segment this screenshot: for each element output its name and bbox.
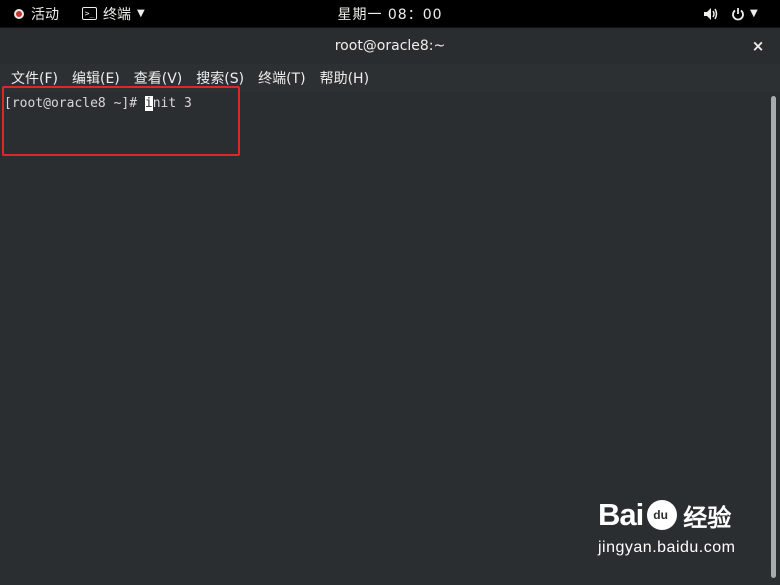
paw-icon [647,500,678,530]
menu-edit[interactable]: 编辑(E) [70,68,122,88]
menu-terminal[interactable]: 终端(T) [256,68,307,88]
menu-search[interactable]: 搜索(S) [194,68,246,88]
watermark-brand: Bai [598,497,644,532]
watermark-url: jingyan.baidu.com [598,539,736,556]
top-bar: 活动 >_ 终端 ▼ 星期一 08：00 ▼ [0,0,780,27]
menu-view[interactable]: 查看(V) [132,68,185,88]
watermark-brand-cn: 经验 [683,504,732,532]
power-icon [732,7,744,20]
watermark: Bai 经验 jingyan.baidu.com [598,497,778,572]
window-title: root@oracle8:~ [334,38,446,54]
power-dropdown-triangle-icon: ▼ [750,8,758,19]
power-menu-button[interactable]: ▼ [731,0,758,27]
menu-file[interactable]: 文件(F) [9,68,60,88]
window-titlebar[interactable]: root@oracle8:~ × [0,28,780,64]
menu-help[interactable]: 帮助(H) [318,68,371,88]
clock[interactable]: 星期一 08：00 [0,0,780,27]
volume-icon[interactable] [703,0,719,27]
close-button[interactable]: × [748,28,768,64]
annotation-highlight-box [2,86,240,156]
watermark-logo: Bai 经验 [598,497,778,533]
